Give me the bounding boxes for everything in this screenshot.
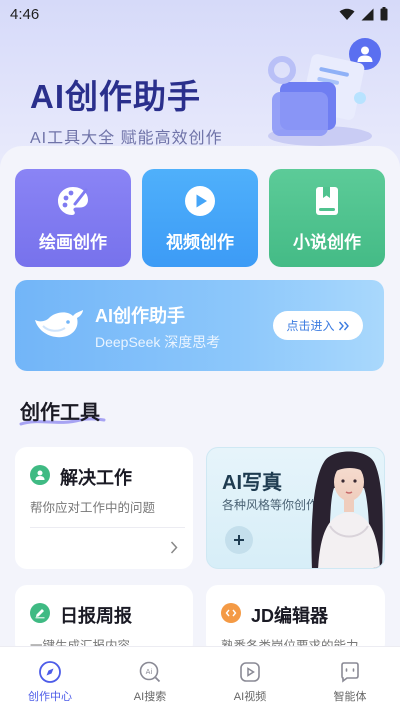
daily-report-title: 日报周报 xyxy=(60,606,132,626)
ai-photo-title: AI写真 xyxy=(222,472,282,494)
divider xyxy=(30,527,185,528)
solve-work-card[interactable]: 解决工作 帮你应对工作中的问题 xyxy=(15,447,193,569)
portrait-image xyxy=(311,451,383,568)
banner-title: AI创作助手 xyxy=(95,306,185,326)
svg-text:Ai: Ai xyxy=(146,668,153,676)
double-chevron-right-icon xyxy=(338,321,349,330)
tab-label: AI视频 xyxy=(233,691,267,703)
add-button[interactable] xyxy=(225,526,253,554)
tab-label: AI搜索 xyxy=(133,691,167,703)
status-time: 4:46 xyxy=(10,5,40,23)
status-bar: 4:46 xyxy=(0,0,400,28)
tab-ai-search[interactable]: Ai AI搜索 xyxy=(100,647,200,711)
solve-work-title: 解决工作 xyxy=(60,468,132,488)
paint-create-card[interactable]: 绘画创作 xyxy=(15,169,131,267)
plus-icon xyxy=(234,535,244,545)
hero-illustration xyxy=(268,54,372,146)
wifi-icon xyxy=(339,8,355,20)
ai-photo-card[interactable]: AI写真 各种风格等你创作 xyxy=(206,447,385,569)
user-badge-icon xyxy=(30,465,50,485)
hero-subtitle: AI工具大全 赋能高效创作 xyxy=(30,130,223,147)
video-create-card[interactable]: 视频创作 xyxy=(142,169,258,267)
ai-search-icon: Ai xyxy=(137,659,163,685)
whale-icon xyxy=(35,310,83,338)
solve-work-desc: 帮你应对工作中的问题 xyxy=(30,501,156,515)
tab-creation-center[interactable]: 创作中心 xyxy=(0,647,100,711)
video-create-label: 视频创作 xyxy=(166,232,234,252)
code-icon xyxy=(221,603,241,623)
enter-button[interactable]: 点击进入 xyxy=(273,311,363,340)
jd-editor-card[interactable]: JD编辑器 熟悉各类岗位要求的能力 xyxy=(206,585,385,655)
daily-report-card[interactable]: 日报周报 一键生成汇报内容 xyxy=(15,585,193,655)
tab-label: 创作中心 xyxy=(28,691,72,703)
edit-icon xyxy=(30,603,50,623)
agent-icon xyxy=(337,659,363,685)
tab-agent[interactable]: 智能体 xyxy=(300,647,400,711)
status-icons xyxy=(339,7,388,21)
enter-button-label: 点击进入 xyxy=(286,319,335,333)
compass-icon xyxy=(37,659,63,685)
tab-label: 智能体 xyxy=(333,691,367,703)
section-title: 创作工具 xyxy=(20,402,100,424)
book-icon xyxy=(310,184,344,218)
hero-title: AI创作助手 xyxy=(30,78,201,115)
palette-icon xyxy=(56,184,90,218)
signal-icon xyxy=(361,8,374,20)
bottom-tab-bar: 创作中心 Ai AI搜索 AI视频 智能体 xyxy=(0,646,400,711)
battery-icon xyxy=(380,7,388,21)
novel-create-card[interactable]: 小说创作 xyxy=(269,169,385,267)
play-icon xyxy=(183,184,217,218)
ai-video-icon xyxy=(237,659,263,685)
paint-create-label: 绘画创作 xyxy=(39,232,107,252)
novel-create-label: 小说创作 xyxy=(293,232,361,252)
jd-editor-title: JD编辑器 xyxy=(251,606,329,626)
ai-assistant-banner[interactable]: AI创作助手 DeepSeek 深度思考 点击进入 xyxy=(15,280,384,371)
tab-ai-video[interactable]: AI视频 xyxy=(200,647,300,711)
chevron-right-icon xyxy=(170,541,178,554)
banner-subtitle: DeepSeek 深度思考 xyxy=(95,334,221,350)
